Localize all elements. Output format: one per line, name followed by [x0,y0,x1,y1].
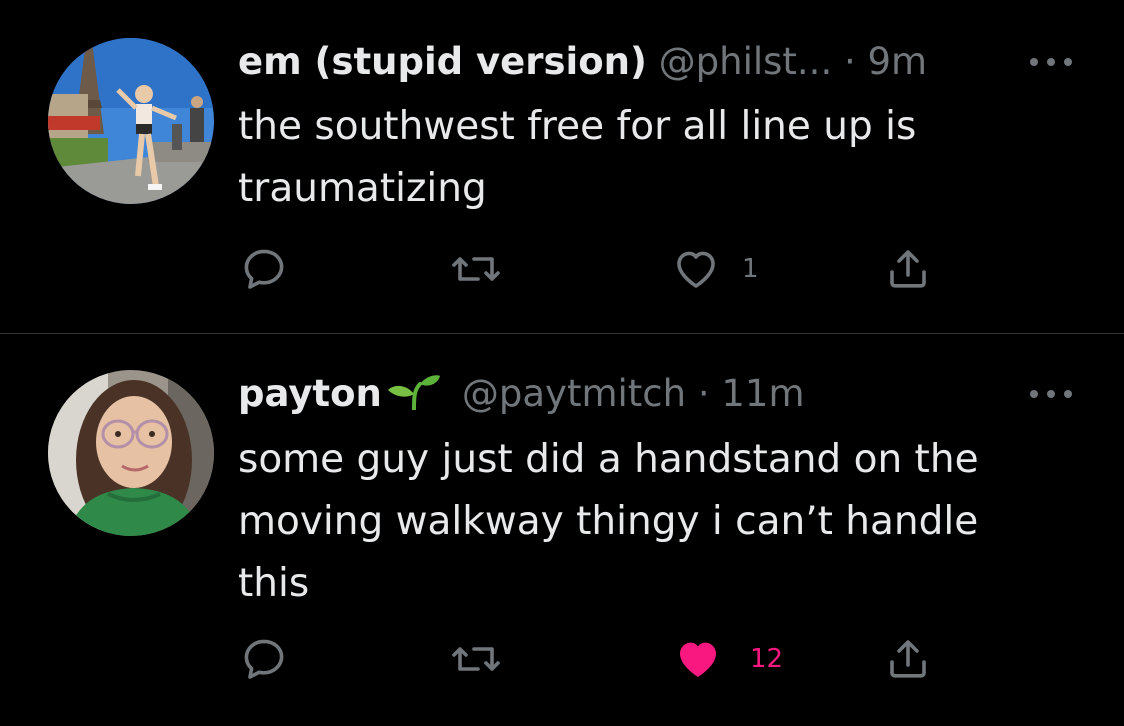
avatar-image [48,370,214,536]
retweet-button[interactable] [450,634,524,684]
tweet-text: some guy just did a handstand on the mov… [238,437,979,606]
more-dot [1064,58,1072,66]
separator: · [843,40,856,83]
tweet[interactable]: em (stupid version) @philst... · 9m the … [0,0,1124,333]
reply-button[interactable] [240,634,310,684]
tweet-header: em (stupid version) @philst... · 9m [238,38,1014,86]
seedling-icon [384,372,442,422]
like-count: 1 [742,254,759,284]
share-icon [890,640,926,678]
retweet-icon [452,257,500,281]
like-button[interactable]: 1 [672,244,759,294]
more-dot [1047,58,1055,66]
more-dot [1064,390,1072,398]
avatar[interactable] [48,38,214,204]
display-name[interactable]: em (stupid version) [238,40,647,83]
tweet-header: payton @paytmitch · 11m [238,370,1014,422]
retweet-button[interactable] [450,244,524,294]
handle[interactable]: @philst... [659,40,833,83]
more-options-icon[interactable] [1030,52,1072,72]
reply-icon [244,249,284,289]
like-button[interactable]: 12 [672,634,783,684]
tweet[interactable]: payton @paytmitch · 11m some guy just di… [0,334,1124,726]
share-button[interactable] [884,634,932,684]
timestamp[interactable]: 11m [721,372,804,415]
avatar-image [48,38,214,204]
avatar[interactable] [48,370,214,536]
heart-filled-icon [680,642,716,677]
like-count: 12 [750,644,784,674]
display-name[interactable]: payton [238,372,382,415]
timestamp[interactable]: 9m [868,40,928,83]
tweet-text: the southwest free for all line up is tr… [238,104,917,211]
heart-icon [677,251,715,288]
reply-button[interactable] [240,244,310,294]
more-dot [1047,390,1055,398]
retweet-icon [452,647,500,671]
separator: · [697,372,710,415]
share-button[interactable] [884,244,932,294]
reply-icon [244,639,284,679]
more-dot [1030,58,1038,66]
share-icon [890,250,926,288]
more-dot [1030,390,1038,398]
handle[interactable]: @paytmitch [462,372,686,415]
more-options-icon[interactable] [1030,384,1072,404]
